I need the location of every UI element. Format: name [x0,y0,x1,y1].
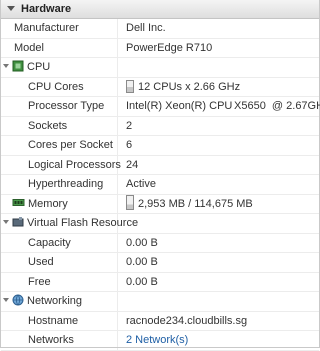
logical-processors-label: Logical Processors [1,155,121,174]
memory-usage-gauge [126,194,134,210]
sockets-label: Sockets [1,116,118,135]
hardware-panel: Hardware Manufacturer Dell Inc. Model Po… [0,0,320,351]
processor-type-value-a: Intel(R) Xeon(R) CPU [126,100,233,112]
hardware-title: Hardware [21,3,72,15]
section-memory: Memory 2,953 MB / 114,675 MB [1,194,319,214]
cpu-cores-label: CPU Cores [1,77,118,96]
section-virtual-flash[interactable]: Virtual Flash Resource [1,214,319,234]
hostname-label: Hostname [1,311,118,330]
expand-triangle-icon[interactable] [3,298,9,302]
cores-per-socket-value: 6 [126,139,133,151]
row-processor-type: Processor Type Intel(R) Xeon(R) CPU X5650… [1,97,320,117]
row-hyperthreading: Hyperthreading Active [1,175,319,195]
flash-drive-icon [12,217,24,227]
row-used: Used 0.00 B [1,253,319,273]
free-label: Free [1,272,118,291]
manufacturer-label: Manufacturer [1,19,118,38]
hardware-header[interactable]: Hardware [1,0,319,19]
expand-triangle-icon[interactable] [3,64,9,68]
row-free: Free 0.00 B [1,272,319,292]
networks-link[interactable]: 2 Network(s) [126,334,188,346]
cpu-chip-icon [12,60,24,72]
used-label: Used [1,253,118,272]
row-cpu-cores: CPU Cores 12 CPUs x 2.66 GHz [1,77,319,97]
cpu-cores-value: 12 CPUs x 2.66 GHz [138,80,241,93]
row-hostname: Hostname racnode234.cloudbills.sg [1,311,319,331]
hyperthreading-label: Hyperthreading [1,175,118,194]
manufacturer-value: Dell Inc. [126,22,166,34]
model-label: Model [1,38,118,57]
capacity-label: Capacity [1,233,118,252]
cpu-usage-gauge [126,79,134,93]
cores-per-socket-label: Cores per Socket [1,136,118,155]
row-sockets: Sockets 2 [1,116,319,136]
memory-module-icon [12,198,25,206]
model-value: PowerEdge R710 [126,41,213,54]
sockets-value: 2 [126,119,133,132]
section-networking[interactable]: Networking [1,292,319,312]
expand-triangle-icon[interactable] [3,220,9,224]
section-cpu[interactable]: CPU [1,58,319,78]
capacity-value: 0.00 B [126,236,158,249]
row-logical-processors: Logical Processors 24 [1,155,319,175]
network-globe-icon [12,294,24,306]
memory-value: 2,953 MB / 114,675 MB [138,197,253,210]
row-model: Model PowerEdge R710 [1,38,319,58]
networking-label: Networking [27,295,83,307]
hostname-value: racnode234.cloudbills.sg [126,314,248,327]
row-manufacturer: Manufacturer Dell Inc. [1,19,319,39]
row-cores-per-socket: Cores per Socket 6 [1,136,319,156]
used-value: 0.00 B [126,256,158,268]
collapse-triangle-icon[interactable] [7,6,15,11]
processor-type-label: Processor Type [1,97,118,116]
processor-type-value-b: X5650 @ 2.67GHz [234,100,320,112]
cpu-section-label: CPU [27,61,51,73]
hyperthreading-value: Active [126,178,156,190]
free-value: 0.00 B [126,275,158,288]
memory-label: Memory [28,197,68,210]
logical-processors-value: 24 [126,158,139,171]
row-capacity: Capacity 0.00 B [1,233,319,253]
